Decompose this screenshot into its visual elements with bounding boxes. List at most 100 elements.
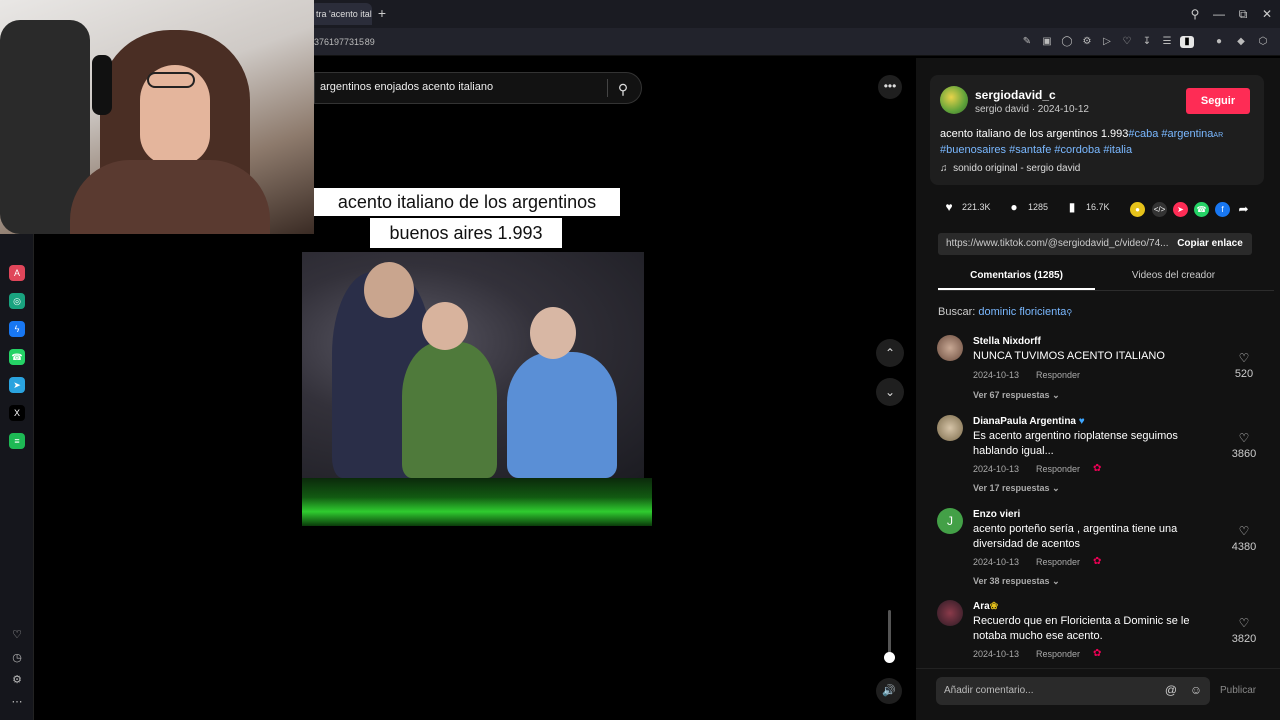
- comment-like-icon[interactable]: ♡: [1237, 351, 1251, 365]
- hashtag[interactable]: #italia: [1103, 144, 1132, 156]
- sidebar-app-chatgpt-icon[interactable]: ◎: [9, 293, 25, 309]
- comment-text: Es acento argentino rioplatense seguimos…: [973, 430, 1178, 457]
- share-arrow-icon[interactable]: ➦: [1236, 202, 1251, 217]
- publish-button[interactable]: Publicar: [1220, 685, 1256, 696]
- music-note-icon: ♫: [940, 163, 948, 174]
- view-replies-label[interactable]: Ver 67 respuestas: [973, 390, 1050, 400]
- view-replies-button[interactable]: Ver 38 respuestas ⌄: [973, 576, 1060, 587]
- comment-like-icon[interactable]: ♡: [1237, 616, 1251, 630]
- volume-icon[interactable]: 🔊: [876, 678, 902, 704]
- search-suggestion-term[interactable]: dominic floricienta: [978, 306, 1066, 318]
- search-input[interactable]: argentinos enojados acento italiano: [320, 81, 493, 93]
- comment-date: 2024-10-13: [973, 649, 1020, 659]
- like-icon[interactable]: ♥: [942, 200, 956, 214]
- video-caption-line2: buenos aires 1.993: [370, 218, 562, 248]
- avatar[interactable]: [937, 600, 963, 626]
- plus-icon[interactable]: +: [374, 5, 390, 21]
- person-body: [70, 160, 270, 234]
- camera-icon[interactable]: ▣: [1040, 36, 1054, 48]
- comment-author-name[interactable]: DianaPaula Argentina: [973, 416, 1076, 427]
- creator-username[interactable]: sergiodavid_c: [975, 88, 1056, 102]
- cube-icon[interactable]: ⬡: [1256, 36, 1270, 48]
- sidebar-app-telegram-icon[interactable]: ➤: [9, 377, 25, 393]
- avatar[interactable]: [937, 335, 963, 361]
- comment-author[interactable]: Stella Nixdorff: [973, 336, 1041, 347]
- settings-icon[interactable]: ⚙: [9, 672, 25, 688]
- webcam-overlay: [0, 0, 314, 234]
- shield-icon[interactable]: ◯: [1060, 36, 1074, 48]
- video-frame[interactable]: [302, 252, 644, 478]
- hashtag[interactable]: #argentina: [1161, 128, 1213, 140]
- view-replies-button[interactable]: Ver 17 respuestas ⌄: [973, 483, 1060, 494]
- url-text[interactable]: 3761977315 89: [314, 37, 375, 47]
- whatsapp-share-icon[interactable]: ☎: [1194, 202, 1209, 217]
- sidebar-app-x-icon[interactable]: X: [9, 405, 25, 421]
- coin-share-icon[interactable]: ●: [1130, 202, 1145, 217]
- more-options-icon[interactable]: •••: [878, 75, 902, 99]
- avatar[interactable]: J: [937, 508, 963, 534]
- play-icon[interactable]: ▷: [1100, 36, 1114, 48]
- sidebar-app-spotify-icon[interactable]: ≡: [9, 433, 25, 449]
- facebook-share-icon[interactable]: f: [1215, 202, 1230, 217]
- sound-link[interactable]: ♫ sonido original - sergio david: [940, 163, 1080, 174]
- chat-icon[interactable]: ●: [1212, 36, 1226, 48]
- hashtag[interactable]: #santafe: [1009, 144, 1051, 156]
- extension-icon[interactable]: ⚙: [1080, 36, 1094, 48]
- history-icon[interactable]: ◷: [9, 650, 25, 666]
- avatar[interactable]: [937, 415, 963, 441]
- video-link-field[interactable]: https://www.tiktok.com/@sergiodavid_c/vi…: [938, 233, 1168, 255]
- sidebar-app-whatsapp-icon[interactable]: ☎: [9, 349, 25, 365]
- sidebar-app-aria-icon[interactable]: A: [9, 265, 25, 281]
- minimize-icon[interactable]: —: [1210, 5, 1228, 23]
- sidebar-toggle-icon[interactable]: ▮: [1180, 36, 1194, 48]
- sidebar-app-messenger-icon[interactable]: ϟ: [9, 321, 25, 337]
- creator-avatar[interactable]: [940, 86, 968, 114]
- view-replies-button[interactable]: Ver 67 respuestas ⌄: [973, 390, 1060, 401]
- volume-slider[interactable]: [888, 610, 891, 658]
- comment-like-icon[interactable]: ♡: [1237, 431, 1251, 445]
- comment-icon[interactable]: ●: [1007, 200, 1021, 214]
- tab-comments[interactable]: Comentarios (1285): [938, 266, 1095, 290]
- comment-author-name[interactable]: Ara: [973, 601, 990, 612]
- previous-video-button[interactable]: ⌃: [876, 339, 904, 367]
- comment-author[interactable]: DianaPaula Argentina ♥: [973, 416, 1085, 427]
- emoji-icon[interactable]: ☺: [1189, 683, 1203, 697]
- edit-icon[interactable]: ✎: [1020, 36, 1034, 48]
- search-icon[interactable]: ⚲: [1186, 5, 1204, 23]
- reaction-emoji-icon: ✿: [1093, 463, 1102, 474]
- reply-button[interactable]: Responder: [1036, 649, 1080, 659]
- mention-icon[interactable]: @: [1164, 683, 1178, 697]
- view-replies-label[interactable]: Ver 38 respuestas: [973, 576, 1050, 586]
- volume-slider-knob[interactable]: [884, 652, 895, 663]
- download-icon[interactable]: ↧: [1140, 36, 1154, 48]
- embed-icon[interactable]: </>: [1152, 202, 1167, 217]
- search-suggestion[interactable]: Buscar: dominic floricienta⚲: [938, 306, 1072, 318]
- hashtag[interactable]: #cordoba: [1054, 144, 1100, 156]
- send-icon[interactable]: ➤: [1173, 202, 1188, 217]
- follow-button[interactable]: Seguir: [1186, 88, 1250, 114]
- more-icon[interactable]: ⋯: [9, 694, 25, 710]
- restore-icon[interactable]: ⧉: [1234, 5, 1252, 23]
- search-icon[interactable]: ⚲: [614, 80, 632, 98]
- comment-author[interactable]: Ara❀: [973, 601, 998, 612]
- diamond-icon[interactable]: ◆: [1234, 36, 1248, 48]
- browser-tab[interactable]: tra 'acento ital: [310, 3, 372, 25]
- view-replies-label[interactable]: Ver 17 respuestas: [973, 483, 1050, 493]
- bookmark-icon[interactable]: ▮: [1065, 200, 1079, 214]
- heart-icon[interactable]: ♡: [1120, 36, 1134, 48]
- hashtag[interactable]: #buenosaires: [940, 144, 1006, 156]
- reply-button[interactable]: Responder: [1036, 464, 1080, 474]
- comment-author[interactable]: Enzo vieri: [973, 509, 1020, 520]
- close-icon[interactable]: ✕: [1258, 5, 1276, 23]
- girl-figure: [507, 352, 617, 478]
- favorites-icon[interactable]: ♡: [9, 627, 25, 643]
- tab-creator-videos[interactable]: Videos del creador: [1095, 266, 1252, 290]
- next-video-button[interactable]: ⌄: [876, 378, 904, 406]
- menu-icon[interactable]: ☰: [1160, 36, 1174, 48]
- hashtag[interactable]: #caba: [1128, 128, 1158, 140]
- comment-like-icon[interactable]: ♡: [1237, 524, 1251, 538]
- reply-button[interactable]: Responder: [1036, 370, 1080, 380]
- sound-name[interactable]: sonido original - sergio david: [953, 163, 1080, 174]
- copy-link-button[interactable]: Copiar enlace: [1168, 233, 1252, 255]
- reply-button[interactable]: Responder: [1036, 557, 1080, 567]
